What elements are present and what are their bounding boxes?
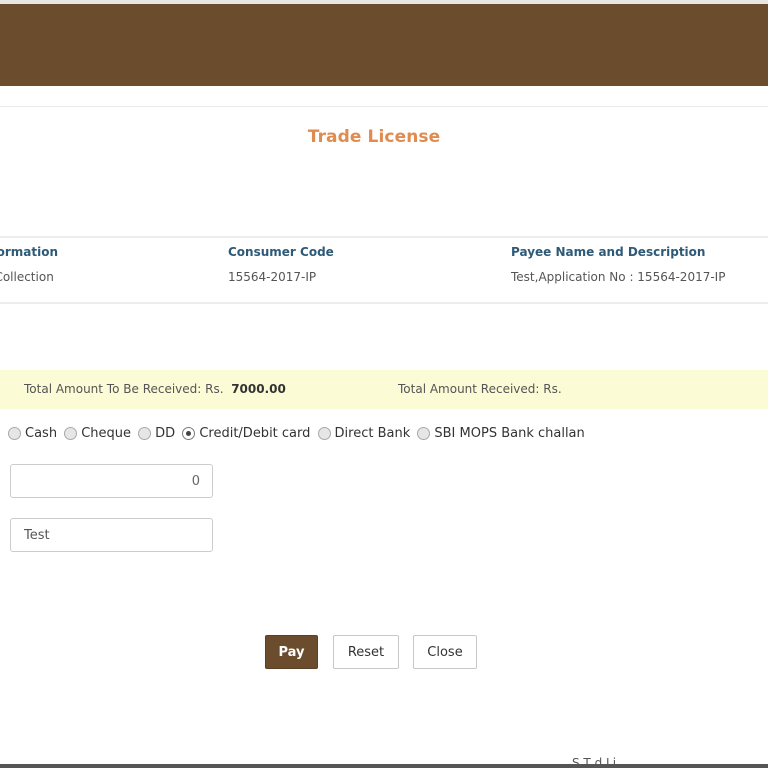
- payment-mode-label: Direct Bank: [334, 426, 411, 441]
- payment-mode-cash[interactable]: Cash: [8, 426, 57, 441]
- payment-mode-label: Cash: [25, 426, 58, 441]
- total-to-be-received-value: 7000.00: [231, 382, 286, 396]
- total-received-label: Total Amount Received: Rs.: [398, 382, 562, 396]
- radio-direct-bank[interactable]: [317, 427, 331, 440]
- payment-mode-group: Cash Cheque DD Credit/Debit card Direct …: [8, 426, 588, 444]
- payment-mode-label: SBI MOPS Bank challan: [434, 426, 585, 441]
- amount-input-value: 0: [191, 473, 200, 489]
- payment-mode-dd[interactable]: DD: [138, 426, 175, 441]
- radio-card[interactable]: [182, 427, 196, 440]
- info-column-header: al Information: [0, 245, 59, 259]
- info-column-value: Test,Application No : 15564-2017-IP: [511, 270, 726, 284]
- bottom-border: [0, 764, 768, 768]
- remarks-input[interactable]: Test: [10, 518, 213, 552]
- radio-dd[interactable]: [138, 427, 152, 440]
- payment-mode-label: DD: [155, 426, 176, 441]
- page-title: Trade License: [307, 127, 441, 147]
- consumer-info-panel: al Information ense Collection Consumer …: [0, 236, 768, 304]
- pay-button[interactable]: Pay: [265, 635, 318, 669]
- payment-mode-label: Credit/Debit card: [199, 426, 311, 441]
- payment-mode-cheque[interactable]: Cheque: [64, 426, 131, 441]
- remarks-input-value: Test: [24, 527, 50, 543]
- total-to-be-received-label: Total Amount To Be Received: Rs.: [24, 382, 224, 396]
- payment-mode-sbi-mops[interactable]: SBI MOPS Bank challan: [417, 426, 585, 441]
- info-column-value: ense Collection: [0, 270, 54, 284]
- info-column-header: Consumer Code: [228, 245, 334, 259]
- header-top-edge: [0, 0, 768, 4]
- amount-input[interactable]: 0: [10, 464, 213, 498]
- reset-button[interactable]: Reset: [333, 635, 399, 669]
- radio-cash[interactable]: [8, 427, 21, 440]
- header-bar: [0, 0, 768, 86]
- close-button[interactable]: Close: [413, 635, 477, 669]
- info-column-value: 15564-2017-IP: [228, 270, 317, 284]
- radio-cheque[interactable]: [64, 427, 78, 440]
- payment-mode-label: Cheque: [81, 426, 132, 441]
- info-column-header: Payee Name and Description: [511, 245, 706, 259]
- payment-mode-card[interactable]: Credit/Debit card: [182, 426, 310, 441]
- amount-summary-band: Total Amount To Be Received: Rs. 7000.00…: [0, 370, 768, 409]
- radio-sbi-mops[interactable]: [417, 427, 431, 440]
- title-divider: [0, 106, 768, 107]
- total-to-be-received: Total Amount To Be Received: Rs. 7000.00: [24, 382, 286, 396]
- payment-mode-direct-bank[interactable]: Direct Bank: [317, 426, 411, 441]
